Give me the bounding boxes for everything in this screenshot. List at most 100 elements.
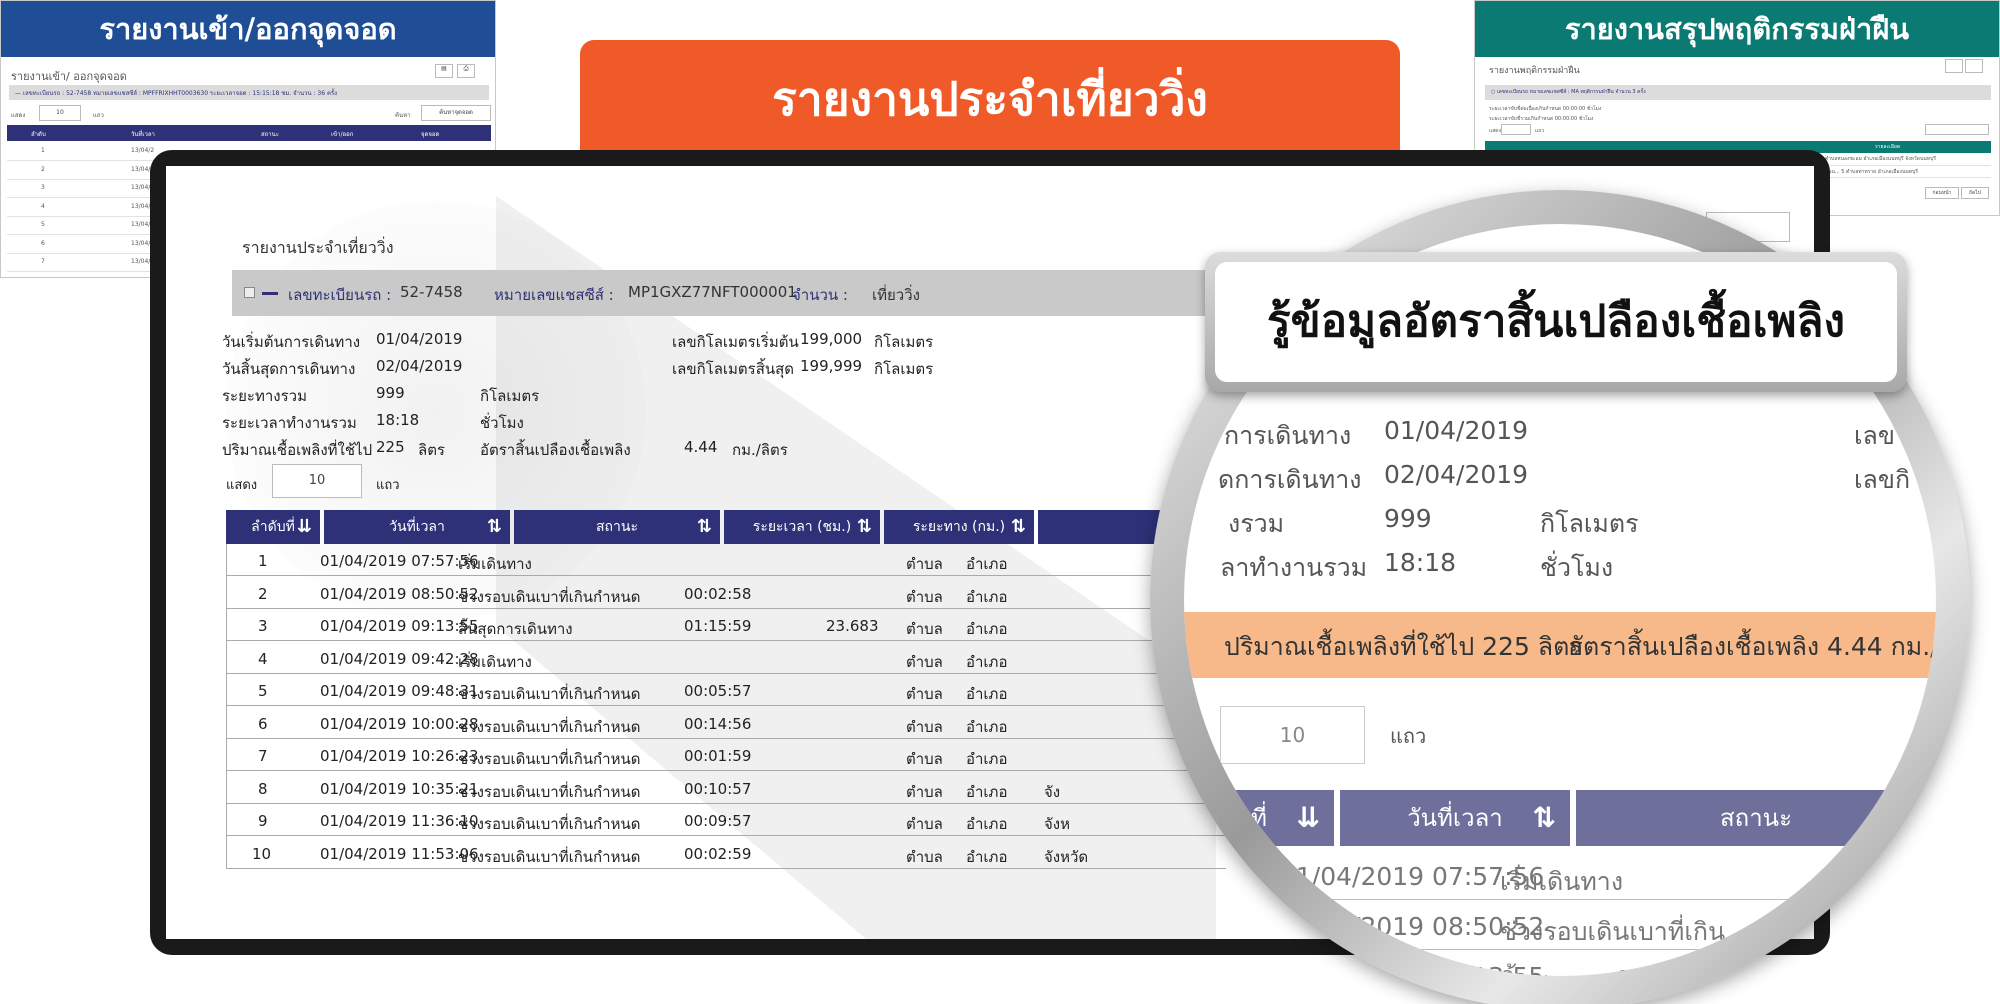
table-row-no: 6	[41, 239, 45, 247]
row-status: เริ่มเดินทาง	[458, 555, 532, 573]
row-duration: 00:02:59	[684, 844, 752, 863]
violation-report-subtitle: รายงานพฤติกรรมฝ่าฝืน	[1489, 66, 1580, 76]
table-row[interactable]: 2 01/04/2019 08:50:52 ช่วงรอบเดินเบาที่เกิ…	[226, 577, 1226, 609]
col-datetime-label: วันที่เวลา	[389, 519, 445, 535]
odometer-end-label: เลขกิโลเมตรสิ้นสุด	[672, 360, 795, 378]
mag-col-datetime-label: วันที่เวลา	[1407, 804, 1503, 832]
sort-icon[interactable]: ⇅	[1011, 510, 1026, 544]
col-date: วันที่เวลา	[131, 131, 155, 138]
search-input[interactable]	[1925, 124, 1989, 135]
col-no: ลำดับ	[31, 131, 46, 138]
row-amphoe: อำเภอ	[966, 555, 1008, 573]
row-amphoe: อำเภอ	[966, 717, 1008, 736]
export-icon[interactable]: ▤	[435, 64, 453, 78]
row-tambon: ตำบล	[906, 620, 943, 638]
parking-report-header: รายงานเข้า/ออกจุดจอด	[1, 1, 495, 57]
col-inout: เข้า/ออก	[331, 131, 354, 138]
col-duration[interactable]: ระยะเวลา (ชม.) ⇅	[724, 510, 880, 544]
table-row[interactable]: 6 01/04/2019 10:00:28 ช่วงรอบเดินเบาที่เกิ…	[226, 707, 1226, 739]
table-row[interactable]: 10 01/04/2019 11:53:06 ช่วงรอบเดินเบาที่เก…	[226, 837, 1226, 869]
distance-value: 999	[376, 384, 405, 402]
sort-icon[interactable]: ⇅	[697, 510, 712, 544]
plate-value: 52-7458	[400, 283, 463, 301]
show-rows-input[interactable]: 10	[272, 464, 362, 498]
table-row[interactable]: 5 01/04/2019 09:48:31 ช่วงรอบเดินเบาที่เกิ…	[226, 674, 1226, 706]
table-row[interactable]: 8 01/04/2019 10:35:21 ช่วงรอบเดินเบาที่เกิ…	[226, 772, 1226, 804]
odometer-start-unit: กิโลเมตร	[874, 333, 934, 351]
row-duration: 00:09:57	[684, 812, 752, 830]
table-row-no: 1	[41, 147, 45, 154]
row-tambon: ตำบล	[906, 555, 943, 573]
col-distance[interactable]: ระยะทาง (กม.) ⇅	[884, 510, 1034, 544]
show-label: แสดง	[11, 112, 26, 119]
col-status: สถานะ	[261, 131, 279, 138]
show-label: แสดง	[226, 478, 258, 493]
violation-row-2: ถนน... 5 ตำบลท่าทราย อำเภอเมืองนนทบุรี	[1825, 169, 1918, 175]
mag-show-rows-input[interactable]: 10	[1220, 706, 1365, 764]
col-no[interactable]: ลำดับที่ ⇊	[226, 510, 320, 544]
search-label: ค้นหา	[395, 112, 411, 119]
print-icon[interactable]	[1965, 59, 1983, 73]
fuel-rate-unit: กม./ลิตร	[732, 441, 788, 459]
count-label: จำนวน :	[792, 286, 848, 304]
row-no: 8	[258, 779, 268, 798]
show-rows-input[interactable]: 10	[39, 105, 81, 121]
table-row[interactable]: 1 01/04/2019 07:57:56 เริ่มเดินทาง ตำบล อำเภ…	[226, 544, 1226, 576]
mag-odo-end-label: เลขกิ	[1854, 465, 1911, 494]
row-duration: 00:10:57	[684, 779, 752, 798]
sort-icon[interactable]: ⇊	[297, 510, 312, 544]
row-amphoe: อำเภอ	[966, 620, 1008, 638]
plate-label: เลขทะเบียนรถ :	[288, 286, 392, 304]
mag-col-status-label: สถานะ	[1720, 804, 1792, 832]
row-amphoe: อำเภอ	[966, 652, 1008, 671]
row-amphoe: อำเภอ	[966, 847, 1008, 866]
row-amphoe: อำเภอ	[966, 750, 1008, 768]
parking-table-header	[7, 125, 491, 141]
search-parking-button[interactable]: ค้นหาจุดจอด	[421, 105, 491, 121]
chassis-value: MP1GXZ77NFT000001	[628, 283, 797, 301]
parking-report-subtitle: รายงานเข้า/ ออกจุดจอด	[11, 70, 127, 83]
odometer-end-unit: กิโลเมตร	[874, 360, 934, 378]
table-row[interactable]: 9 01/04/2019 11:36:10 ช่วงรอบเดินเบาที่เกิ…	[226, 804, 1226, 836]
table-row[interactable]: 3 01/04/2019 09:13:55 สิ้นสุดการเดินทาง 01:…	[226, 609, 1226, 641]
fuel-highlight-bar: ปริมาณเชื้อเพลิงที่ใช้ไป 225 ลิตร อัตราส…	[1184, 612, 1936, 678]
table-row[interactable]: 7 01/04/2019 10:26:23 ช่วงรอบเดินเบาที่เกิ…	[226, 739, 1226, 771]
table-row-no: 3	[41, 184, 45, 191]
violation-stat-continuous: ระยะเวลาขับขี่ต่อเนื่องเกินกำหนด 00:00:0…	[1489, 106, 1602, 112]
col-parking: จุดจอด	[421, 131, 440, 138]
row-status: ช่วงรอบเดินเบาที่เกินกำหนด	[458, 750, 641, 768]
row-status: ช่วงรอบเดินเบาที่เกินกำหนด	[458, 847, 641, 866]
row-datetime: 01/04/2019 10:00:28	[320, 714, 479, 733]
rows-label: แถว	[93, 112, 104, 119]
violation-stat-total: ระยะเวลาขับขี่รวมเกินกำหนด 00:00:00 ชั่ว…	[1489, 116, 1594, 122]
row-status: ช่วงรอบเดินเบาที่เกินกำหนด	[458, 685, 641, 703]
sort-icon[interactable]: ⇅	[857, 510, 872, 544]
count-unit: เที่ยววิ่ง	[872, 286, 920, 304]
mag-odo-start-label: เลข	[1854, 421, 1895, 450]
sort-icon: ⇅	[1532, 801, 1556, 834]
export-icon[interactable]	[1945, 59, 1963, 73]
col-datetime[interactable]: วันที่เวลา ⇅	[324, 510, 510, 544]
sort-icon[interactable]: ⇅	[487, 510, 502, 544]
mag-table-row: 01/04/2019 07:57:56 เริ่มเดินทาง	[1184, 850, 1936, 900]
row-no: 2	[258, 584, 268, 603]
show-rows-input[interactable]	[1501, 124, 1531, 135]
mag-row-status: สิ้นสุดการเดินท	[1500, 962, 1665, 976]
table-row[interactable]: 4 01/04/2019 09:42:28 เริ่มเดินทาง ตำบล อำเภ…	[226, 642, 1226, 674]
row-tambon: ตำบล	[906, 750, 943, 768]
print-icon[interactable]: ⎙	[457, 64, 475, 78]
row-province: จังห	[1044, 815, 1071, 833]
chassis-label: หมายเลขแชสซีส์ :	[494, 286, 614, 304]
work-time-value: 18:18	[376, 411, 420, 429]
row-amphoe: อำเภอ	[966, 815, 1008, 833]
row-amphoe: อำเภอ	[966, 685, 1008, 703]
row-no: 3	[258, 617, 268, 635]
row-tambon: ตำบล	[906, 815, 943, 833]
row-tambon: ตำบล	[906, 717, 943, 736]
col-status[interactable]: สถานะ ⇅	[514, 510, 720, 544]
col-duration-label: ระยะเวลา (ชม.)	[752, 519, 852, 535]
collapse-icon[interactable]	[262, 292, 278, 295]
mag-start-label: การเดินทาง	[1224, 421, 1352, 450]
row-province: จัง	[1044, 782, 1061, 801]
select-checkbox[interactable]	[244, 287, 255, 298]
